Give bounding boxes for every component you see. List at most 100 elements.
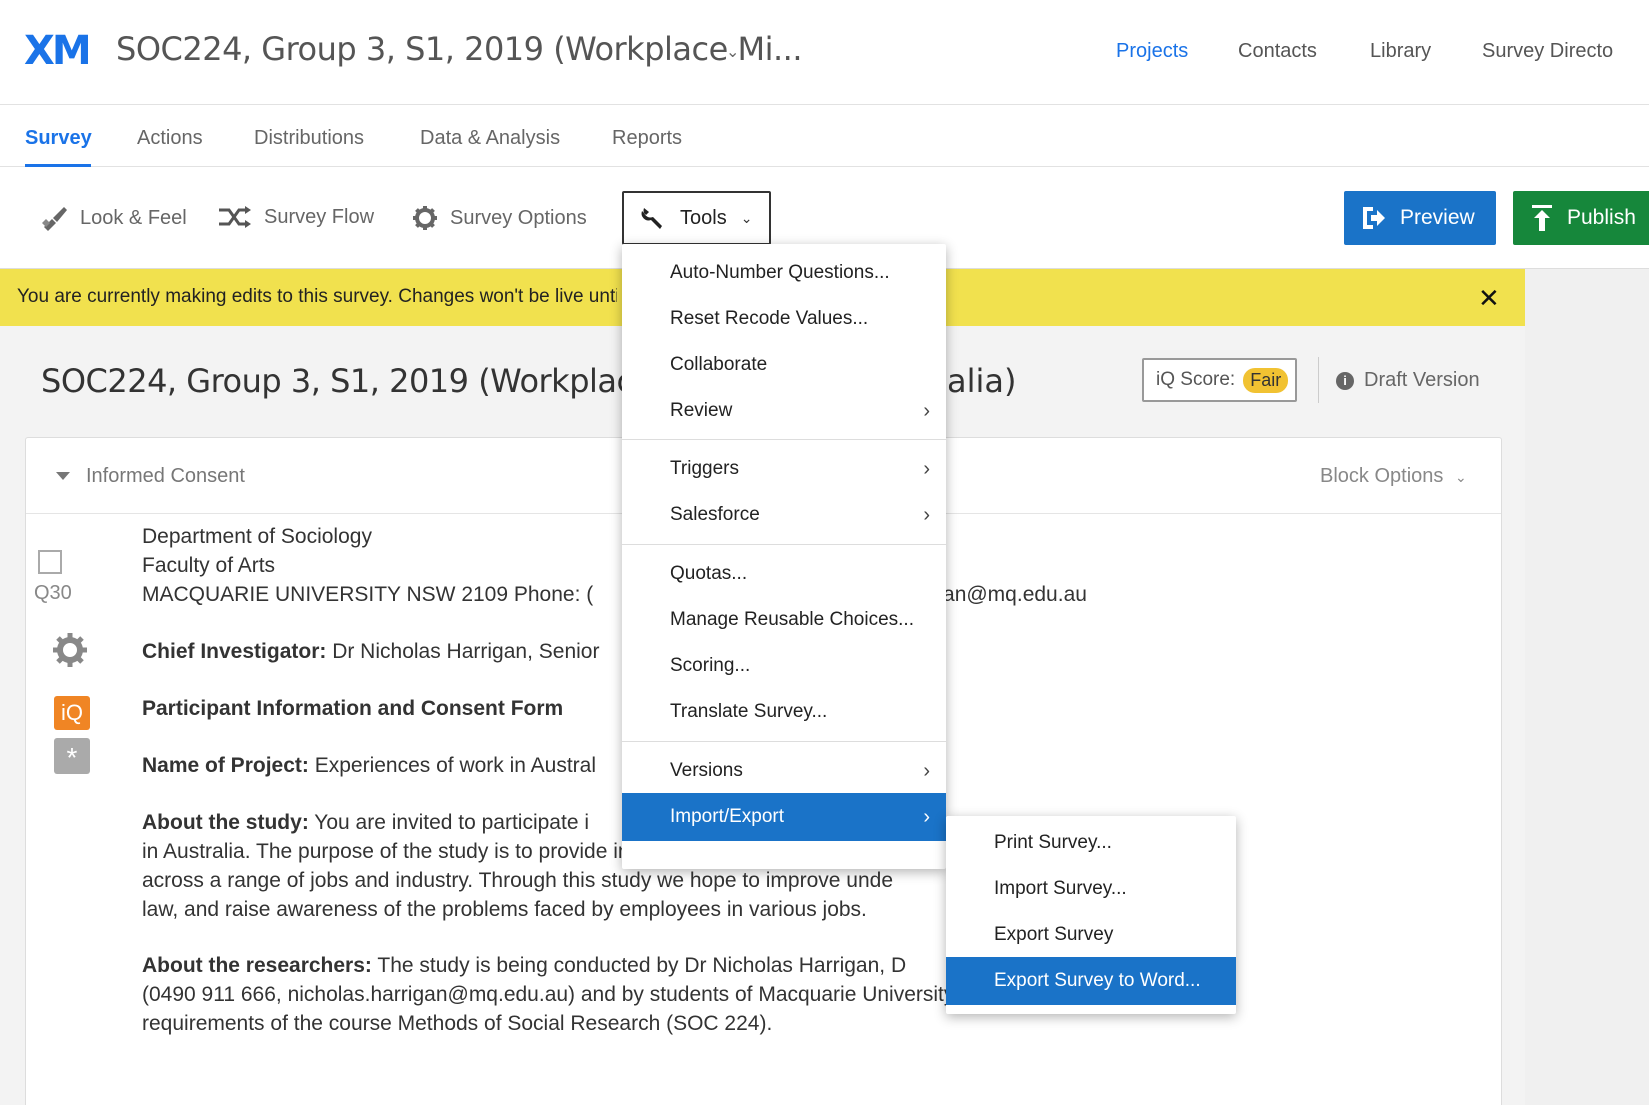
question-text-line[interactable]: law, and raise awareness of the problems… [142, 895, 867, 925]
menu-item-collaborate[interactable]: Collaborate [622, 341, 946, 389]
question-text-line[interactable]: Faculty of Arts [142, 551, 275, 581]
menu-item-salesforce[interactable]: Salesforce › [622, 491, 946, 539]
nav-library[interactable]: Library [1370, 40, 1431, 63]
menu-item-quotas[interactable]: Quotas... [622, 550, 946, 598]
banner-text: You are currently making edits to this s… [17, 286, 617, 307]
menu-item-label: Triggers [670, 458, 739, 479]
publish-upload-icon [1532, 205, 1552, 231]
tools-menu: Auto-Number Questions... Reset Recode Va… [622, 244, 946, 869]
survey-title-tail: alia) [947, 362, 1017, 400]
question-text-line[interactable]: across a range of jobs and industry. Thr… [142, 866, 893, 896]
menu-item-auto-number[interactable]: Auto-Number Questions... [622, 249, 946, 297]
chevron-down-icon: ⌄ [740, 209, 753, 226]
chevron-right-icon: › [923, 400, 930, 422]
flow-arrows-icon [219, 206, 251, 228]
iq-score-button[interactable]: iQ Score: Fair [1142, 358, 1297, 402]
right-pane [1525, 269, 1649, 1105]
bold-heading: Participant Information and Consent Form [142, 697, 564, 720]
nav-projects[interactable]: Projects [1116, 40, 1188, 63]
text: You are invited to participate i [308, 811, 590, 834]
menu-item-manage-reusable-choices[interactable]: Manage Reusable Choices... [622, 596, 946, 644]
menu-item-label: Review [670, 400, 733, 421]
publish-button[interactable]: Publish [1513, 191, 1649, 245]
menu-item-label: Import/Export [670, 806, 785, 827]
question-text-line[interactable]: (0490 911 666, nicholas.harrigan@mq.edu.… [142, 980, 1065, 1010]
menu-item-print-survey[interactable]: Print Survey... [946, 819, 1236, 867]
nav-contacts[interactable]: Contacts [1238, 40, 1317, 63]
block-options-dropdown[interactable]: Block Options ⌄ [1320, 465, 1467, 488]
xm-logo[interactable]: XM [24, 28, 92, 74]
menu-item-review[interactable]: Review › [622, 387, 946, 435]
menu-item-import-survey[interactable]: Import Survey... [946, 865, 1236, 913]
paintbrush-icon [42, 207, 67, 231]
preview-exit-icon [1363, 207, 1385, 229]
menu-item-import-export[interactable]: Import/Export › [622, 793, 946, 841]
survey-flow-button[interactable]: Survey Flow [218, 205, 374, 229]
top-bar: XM SOC224, Group 3, S1, 2019 (Workplace … [0, 0, 1649, 105]
chevron-right-icon: › [923, 760, 930, 782]
menu-divider [622, 741, 946, 742]
chevron-down-icon[interactable]: ⌄ [726, 42, 739, 62]
survey-options-button[interactable]: Survey Options [412, 205, 587, 231]
draft-version-indicator[interactable]: i Draft Version [1336, 369, 1480, 392]
survey-title[interactable]: SOC224, Group 3, S1, 2019 (Workplace [41, 362, 653, 400]
gear-icon [413, 206, 437, 230]
project-title[interactable]: SOC224, Group 3, S1, 2019 (Workplace Mi.… [116, 30, 802, 68]
question-text-line[interactable]: About the study: You are invited to part… [142, 808, 589, 838]
question-text-line[interactable]: Department of Sociology [142, 522, 372, 552]
chevron-right-icon: › [923, 806, 930, 828]
menu-item-label: Versions [670, 760, 743, 781]
menu-item-versions[interactable]: Versions › [622, 747, 946, 795]
iq-badge-icon[interactable]: iQ [54, 696, 90, 730]
question-select-checkbox[interactable] [38, 550, 62, 574]
iq-score-badge: Fair [1243, 367, 1289, 393]
tools-label: Tools [680, 206, 727, 229]
look-feel-button[interactable]: Look & Feel [40, 205, 187, 231]
question-text-line[interactable]: Chief Investigator: Dr Nicholas Harrigan… [142, 637, 599, 667]
tab-data-analysis[interactable]: Data & Analysis [420, 127, 560, 150]
bold-label: Name of Project: [142, 754, 309, 777]
collapse-triangle-icon[interactable] [56, 472, 70, 480]
block-options-label: Block Options [1320, 465, 1444, 487]
preview-label: Preview [1400, 206, 1475, 229]
menu-item-label: Salesforce [670, 504, 760, 525]
text: The study is being conducted by Dr Nicho… [371, 954, 907, 977]
question-text-line[interactable]: requirements of the course Methods of So… [142, 1009, 772, 1039]
menu-item-scoring[interactable]: Scoring... [622, 642, 946, 690]
menu-divider [622, 439, 946, 440]
publish-label: Publish [1567, 206, 1636, 229]
iq-score-label: iQ Score: [1156, 369, 1236, 390]
tools-dropdown-button[interactable]: Tools ⌄ [622, 191, 771, 245]
divider [1318, 357, 1319, 403]
question-text-line[interactable]: About the researchers: The study is bein… [142, 951, 906, 981]
text: Experiences of work in Austral [308, 754, 597, 777]
bold-label: About the researchers: [142, 954, 372, 977]
menu-item-triggers[interactable]: Triggers › [622, 445, 946, 493]
question-text-line[interactable]: Name of Project: Experiences of work in … [142, 751, 596, 781]
menu-item-export-survey[interactable]: Export Survey [946, 911, 1236, 959]
menu-item-export-survey-to-word[interactable]: Export Survey to Word... [946, 957, 1236, 1005]
tab-survey[interactable]: Survey [25, 127, 92, 150]
menu-item-reset-recode[interactable]: Reset Recode Values... [622, 295, 946, 343]
look-feel-label: Look & Feel [80, 206, 187, 229]
tab-distributions[interactable]: Distributions [254, 127, 364, 150]
wrench-icon [641, 208, 662, 229]
text: Dr Nicholas Harrigan, Senior [326, 640, 600, 663]
import-export-submenu: Print Survey... Import Survey... Export … [946, 816, 1236, 1014]
menu-item-translate-survey[interactable]: Translate Survey... [622, 688, 946, 736]
gear-icon[interactable] [52, 632, 88, 673]
block-name[interactable]: Informed Consent [86, 465, 245, 488]
tab-bar: Survey Actions Distributions Data & Anal… [0, 105, 1649, 168]
tab-actions[interactable]: Actions [137, 127, 203, 150]
required-asterisk-icon[interactable]: * [54, 738, 90, 774]
chevron-right-icon: › [923, 504, 930, 526]
question-text-line[interactable]: MACQUARIE UNIVERSITY NSW 2109 Phone: ( [142, 580, 593, 610]
preview-button[interactable]: Preview [1344, 191, 1496, 245]
close-icon[interactable]: ✕ [1478, 283, 1500, 314]
question-text-line[interactable]: Participant Information and Consent Form [142, 694, 563, 724]
tab-reports[interactable]: Reports [612, 127, 682, 150]
chevron-down-icon: ⌄ [1454, 469, 1467, 485]
survey-options-label: Survey Options [450, 206, 587, 229]
nav-survey-directory[interactable]: Survey Directo [1482, 40, 1613, 63]
question-number: Q30 [34, 582, 72, 604]
